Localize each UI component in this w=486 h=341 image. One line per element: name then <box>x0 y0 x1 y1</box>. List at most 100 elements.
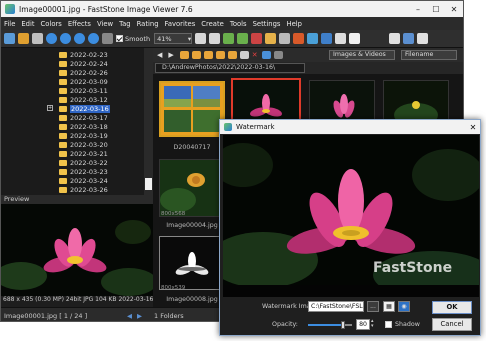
menu-effects[interactable]: Effects <box>68 20 91 28</box>
settings-icon[interactable] <box>349 33 361 44</box>
delete-icon[interactable]: ✕ <box>252 51 258 59</box>
rotate-left-icon[interactable] <box>223 33 235 44</box>
tree-folder-item[interactable]: 2022-03-09 <box>59 77 108 86</box>
effects-icon[interactable] <box>293 33 305 44</box>
layout-3-icon[interactable] <box>417 33 429 44</box>
cancel-button[interactable]: Cancel <box>432 318 472 331</box>
menu-settings[interactable]: Settings <box>253 20 281 28</box>
prev-icon[interactable] <box>60 33 71 44</box>
tree-folder-item[interactable]: 2022-03-24 <box>59 176 108 185</box>
tree-folder-item[interactable]: 2022-03-18 <box>59 122 108 131</box>
fit-icon[interactable] <box>102 33 113 44</box>
opacity-spinner[interactable]: ▴ ▾ <box>371 319 374 329</box>
folder-up-icon[interactable] <box>179 51 189 59</box>
thumbnail-tile[interactable] <box>159 81 225 137</box>
move-to-icon[interactable] <box>215 51 225 59</box>
menu-tools[interactable]: Tools <box>230 20 247 28</box>
next-icon[interactable] <box>74 33 85 44</box>
menu-help[interactable]: Help <box>286 20 302 28</box>
menu-edit[interactable]: Edit <box>21 20 34 28</box>
tree-folder-item[interactable]: 2022-03-20 <box>59 140 108 149</box>
favorite-folder-icon[interactable] <box>227 51 237 59</box>
tree-scrollbar[interactable] <box>144 48 153 195</box>
menu-file[interactable]: File <box>4 20 15 28</box>
thumbnail-tile[interactable] <box>159 159 225 217</box>
folder-icon <box>59 87 67 94</box>
layout-2-icon[interactable] <box>403 33 415 44</box>
white-lotus-thumbnail <box>160 237 224 289</box>
close-button[interactable]: ✕ <box>445 5 463 14</box>
slideshow-icon[interactable] <box>321 33 333 44</box>
sort-select[interactable]: Filename <box>401 50 457 60</box>
tree-folder-item[interactable]: 2022-03-11 <box>59 86 108 95</box>
shadow-checkbox[interactable] <box>385 321 392 328</box>
select-icon[interactable] <box>239 51 249 59</box>
crop-icon[interactable] <box>251 33 263 44</box>
tree-folder-item[interactable]: 2022-03-19 <box>59 131 108 140</box>
next-folder-icon[interactable] <box>88 33 99 44</box>
tree-folder-item[interactable]: 2022-02-26 <box>59 68 108 77</box>
eye-icon[interactable]: ◉ <box>398 301 410 312</box>
zoom-in-icon[interactable] <box>195 33 207 44</box>
opacity-slider[interactable] <box>308 321 352 329</box>
watermark-image-field[interactable]: C:\FastStone\FSLogo. <box>308 301 364 312</box>
menu-colors[interactable]: Colors <box>41 20 62 28</box>
tree-folder-label: 2022-03-12 <box>70 95 108 104</box>
tree-folder-item[interactable]: 2022-03-26 <box>59 185 108 194</box>
nav-first-icon[interactable]: ◀ <box>127 312 132 320</box>
menu-create[interactable]: Create <box>201 20 224 28</box>
smooth-checkbox[interactable] <box>116 35 123 42</box>
nav-last-icon[interactable]: ▶ <box>137 312 142 320</box>
save-icon[interactable] <box>32 33 43 44</box>
resize-icon[interactable] <box>265 33 277 44</box>
path-field[interactable]: D:\AndrewPhotos\2022\2022-03-16\ <box>155 63 305 73</box>
rotate-right-icon[interactable] <box>237 33 249 44</box>
print-icon[interactable] <box>335 33 347 44</box>
zoom-value: 41% <box>157 34 172 43</box>
tree-folder-item[interactable]: 2022-03-17 <box>59 113 108 122</box>
open-icon[interactable] <box>4 33 15 44</box>
ok-button[interactable]: OK <box>432 301 472 314</box>
zoom-out-icon[interactable] <box>209 33 221 44</box>
tree-folder-item[interactable]: 2022-03-23 <box>59 167 108 176</box>
copy-to-icon[interactable] <box>203 51 213 59</box>
tree-folder-item[interactable]: 2022-03-21 <box>59 149 108 158</box>
tree-folder-item[interactable]: 2022-03-22 <box>59 158 108 167</box>
dialog-close-icon[interactable]: ✕ <box>466 123 480 132</box>
tag-icon[interactable] <box>273 51 283 59</box>
minimize-button[interactable]: – <box>409 5 427 14</box>
tree-scrollbar-thumb[interactable] <box>145 178 152 190</box>
layout-1-icon[interactable] <box>389 33 401 44</box>
browse-button[interactable]: ... <box>367 301 379 312</box>
browse-icon[interactable] <box>18 33 29 44</box>
tree-folder-label: 2022-03-11 <box>70 86 108 95</box>
dialog-app-icon <box>224 123 232 131</box>
zoom-select[interactable]: 41% ▾ <box>154 33 193 44</box>
filter-select[interactable]: Images & Videos <box>329 50 395 60</box>
menu-favorites[interactable]: Favorites <box>165 20 196 28</box>
folder-icon <box>59 168 67 175</box>
grid-position-icon[interactable]: ▦ <box>383 301 395 312</box>
shadow-label: Shadow <box>395 321 420 328</box>
menu-tag[interactable]: Tag <box>119 20 131 28</box>
menu-bar: File Edit Colors Effects View Tag Rating… <box>1 17 463 30</box>
thumbnail-tile[interactable] <box>159 236 225 290</box>
back-icon[interactable]: ◀ <box>157 51 162 59</box>
status-file: Image00001.jpg [ 1 / 24 ] <box>4 311 88 320</box>
email-icon[interactable] <box>307 33 319 44</box>
opacity-value[interactable]: 80 <box>356 319 370 330</box>
maximize-button[interactable]: ☐ <box>427 5 445 14</box>
tree-folder-item[interactable]: 2022-02-24 <box>59 59 108 68</box>
menu-view[interactable]: View <box>97 20 113 28</box>
refresh-icon[interactable] <box>261 51 271 59</box>
tree-folder-item[interactable]: 2022-03-12 <box>59 95 108 104</box>
forward-icon[interactable]: ▶ <box>168 51 173 59</box>
expand-icon[interactable]: + <box>47 105 53 111</box>
new-folder-icon[interactable] <box>191 51 201 59</box>
adjust-icon[interactable] <box>279 33 291 44</box>
prev-folder-icon[interactable] <box>46 33 57 44</box>
tree-folder-item[interactable]: 2022-02-23 <box>59 50 108 59</box>
menu-rating[interactable]: Rating <box>137 20 159 28</box>
tree-folder-item[interactable]: 2022-03-16 <box>59 104 110 113</box>
dialog-title-bar: Watermark ✕ <box>220 120 480 134</box>
